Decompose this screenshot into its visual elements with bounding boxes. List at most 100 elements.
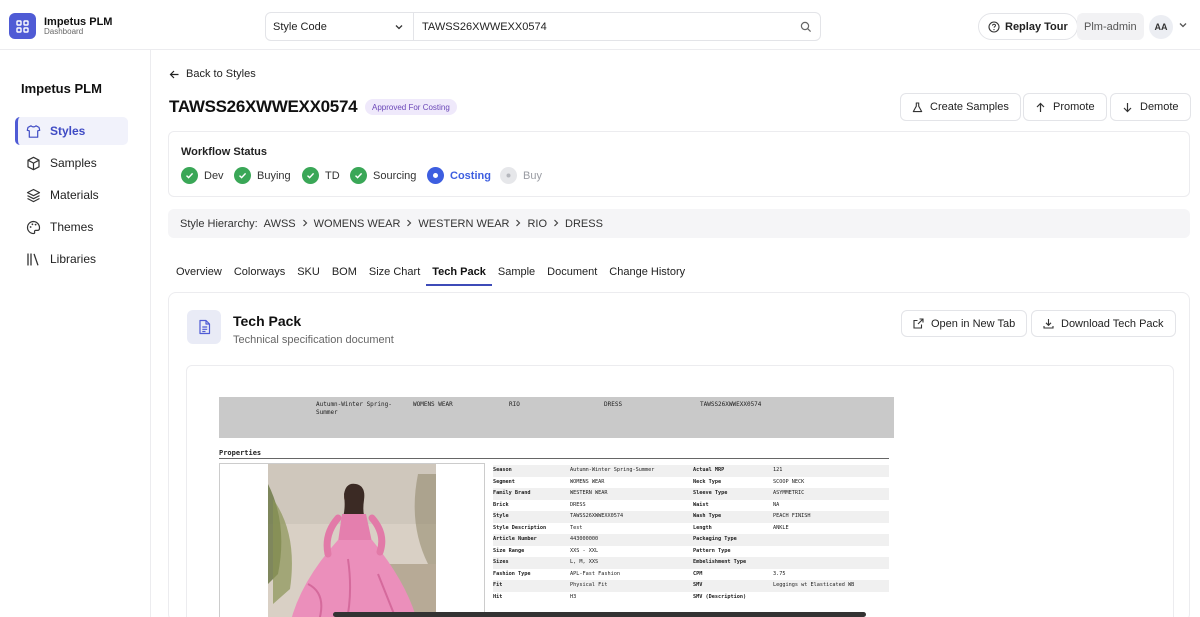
library-icon — [25, 251, 41, 267]
table-row: Fit Physical Fit SMV Leggings wt Elasticate… — [493, 580, 889, 592]
help-circle-icon — [988, 20, 1000, 33]
sidebar-item-label: Themes — [50, 220, 94, 234]
check-circle-icon — [350, 167, 367, 184]
tab-document[interactable]: Document — [541, 259, 603, 285]
workflow-step-label: Buying — [257, 169, 291, 182]
sidebar-item-label: Materials — [50, 188, 99, 202]
promote-label: Promote — [1053, 101, 1095, 113]
chevron-down-icon[interactable] — [1178, 20, 1188, 30]
check-circle-icon — [302, 167, 319, 184]
shirt-icon — [25, 123, 41, 139]
check-circle-icon — [181, 167, 198, 184]
document-icon — [187, 310, 221, 344]
palette-icon — [25, 219, 41, 235]
table-row: Family Brand WESTERN WEAR Sleeve Type ASYMM… — [493, 488, 889, 500]
open-in-new-tab-button[interactable]: Open in New Tab — [901, 310, 1028, 337]
search-type-select[interactable]: Style Code — [266, 13, 414, 40]
search-bar: Style Code TAWSS26XWWEXX0574 — [265, 12, 821, 41]
hierarchy-label: Style Hierarchy: — [180, 217, 258, 230]
open-in-new-tab-label: Open in New Tab — [931, 317, 1016, 330]
layers-icon — [25, 187, 41, 203]
table-row: Size Range XXS - XXL Pattern Type — [493, 547, 731, 554]
tech-pack-title: Tech Pack — [233, 313, 302, 329]
workflow-step-dev: Dev — [181, 167, 224, 184]
status-badge: Approved For Costing — [365, 99, 457, 115]
workflow-step-label: TD — [325, 169, 340, 182]
document-header-brick: DRESS — [604, 401, 623, 408]
hierarchy-item: RIO — [527, 217, 548, 230]
demote-label: Demote — [1140, 101, 1179, 113]
box-icon — [25, 155, 41, 171]
download-tech-pack-button[interactable]: Download Tech Pack — [1031, 310, 1176, 337]
tab-overview[interactable]: Overview — [170, 259, 228, 285]
table-row: Hit H3 SMV (Description) — [493, 593, 747, 600]
hierarchy-item: WOMENS WEAR — [313, 217, 401, 230]
app-subtitle: Dashboard — [44, 27, 84, 36]
sidebar-item-themes[interactable]: Themes — [15, 213, 128, 241]
chevron-right-icon — [552, 218, 560, 230]
tab-bom[interactable]: BOM — [326, 259, 363, 285]
document-header-season: Autumn-Winter Spring-Summer — [316, 401, 392, 416]
search-input[interactable]: TAWSS26XWWEXX0574 — [414, 13, 820, 40]
create-samples-label: Create Samples — [930, 101, 1009, 113]
create-samples-button[interactable]: Create Samples — [900, 93, 1021, 121]
sidebar-item-styles[interactable]: Styles — [15, 117, 128, 145]
back-to-styles-link[interactable]: Back to Styles — [169, 68, 256, 80]
table-row: Fashion Type APL-Fast Fashion CPM 3.75 — [493, 570, 786, 577]
grid-icon — [16, 19, 29, 33]
back-link-label: Back to Styles — [186, 68, 256, 80]
tab-sku[interactable]: SKU — [291, 259, 326, 285]
workflow-step-label: Costing — [450, 169, 491, 182]
external-link-icon — [913, 318, 924, 329]
promote-button[interactable]: Promote — [1023, 93, 1107, 121]
chevron-right-icon — [405, 218, 413, 230]
search-type-value: Style Code — [273, 20, 327, 33]
table-row: Style Description Test Length ANKLE — [493, 524, 789, 531]
demote-button[interactable]: Demote — [1110, 93, 1191, 121]
workflow-step-td: TD — [302, 167, 340, 184]
top-bar: Impetus PLM Dashboard Style Code TAWSS26… — [0, 0, 1200, 50]
app-logo[interactable] — [9, 13, 36, 39]
tech-pack-card: Tech Pack Technical specification docume… — [168, 292, 1190, 617]
tab-change-history[interactable]: Change History — [603, 259, 691, 285]
tab-size-chart[interactable]: Size Chart — [363, 259, 426, 285]
sidebar-item-label: Samples — [50, 156, 97, 170]
chevron-right-icon — [301, 218, 309, 230]
sidebar-item-materials[interactable]: Materials — [15, 181, 128, 209]
search-icon[interactable] — [800, 21, 812, 33]
search-input-value: TAWSS26XWWEXX0574 — [422, 20, 547, 33]
sidebar-item-samples[interactable]: Samples — [15, 149, 128, 177]
sidebar-item-label: Styles — [50, 124, 86, 138]
replay-tour-button[interactable]: Replay Tour — [978, 13, 1078, 40]
replay-tour-label: Replay Tour — [1005, 20, 1068, 33]
tab-sample[interactable]: Sample — [492, 259, 541, 285]
workflow-step-label: Sourcing — [373, 169, 417, 182]
tech-pack-preview[interactable]: Autumn-Winter Spring-Summer WOMENS WEAR … — [186, 365, 1174, 617]
product-photo — [268, 464, 436, 617]
workflow-status-panel: Workflow Status Dev Buying TD Sourcing C… — [168, 131, 1190, 197]
flask-icon — [912, 101, 923, 112]
workflow-title: Workflow Status — [181, 146, 267, 158]
product-image-frame — [219, 463, 485, 617]
tab-tech-pack[interactable]: Tech Pack — [426, 259, 492, 286]
tab-colorways[interactable]: Colorways — [228, 259, 291, 285]
download-tech-pack-label: Download Tech Pack — [1061, 317, 1164, 330]
table-row: Brick DRESS Waist NA — [493, 501, 780, 508]
sidebar-item-libraries[interactable]: Libraries — [15, 245, 128, 273]
document-header-code: TAWSS26XWWEXX0574 — [700, 401, 762, 408]
table-row: Style TAWSS26XWWEXX0574 Wash Type PEACH FIN… — [493, 511, 889, 523]
page-title: TAWSS26XWWEXX0574 — [169, 97, 358, 116]
hierarchy-item: AWSS — [263, 217, 296, 230]
chevron-right-icon — [514, 218, 522, 230]
pending-step-icon — [500, 167, 517, 184]
document-header-segment: WOMENS WEAR — [413, 401, 453, 408]
hierarchy-item: WESTERN WEAR — [418, 217, 510, 230]
avatar[interactable]: AA — [1149, 15, 1173, 39]
tech-pack-subtitle: Technical specification document — [233, 334, 394, 346]
table-row: Season Autumn-Winter Spring-Summer Actual … — [493, 465, 889, 477]
sidebar-brand: Impetus PLM — [21, 81, 102, 96]
table-row: Sizes L, M, XXS Embelishment Type — [493, 557, 889, 569]
check-circle-icon — [234, 167, 251, 184]
horizontal-scrollbar[interactable] — [333, 612, 866, 617]
properties-table: Season Autumn-Winter Spring-Summer Actual … — [493, 465, 889, 603]
